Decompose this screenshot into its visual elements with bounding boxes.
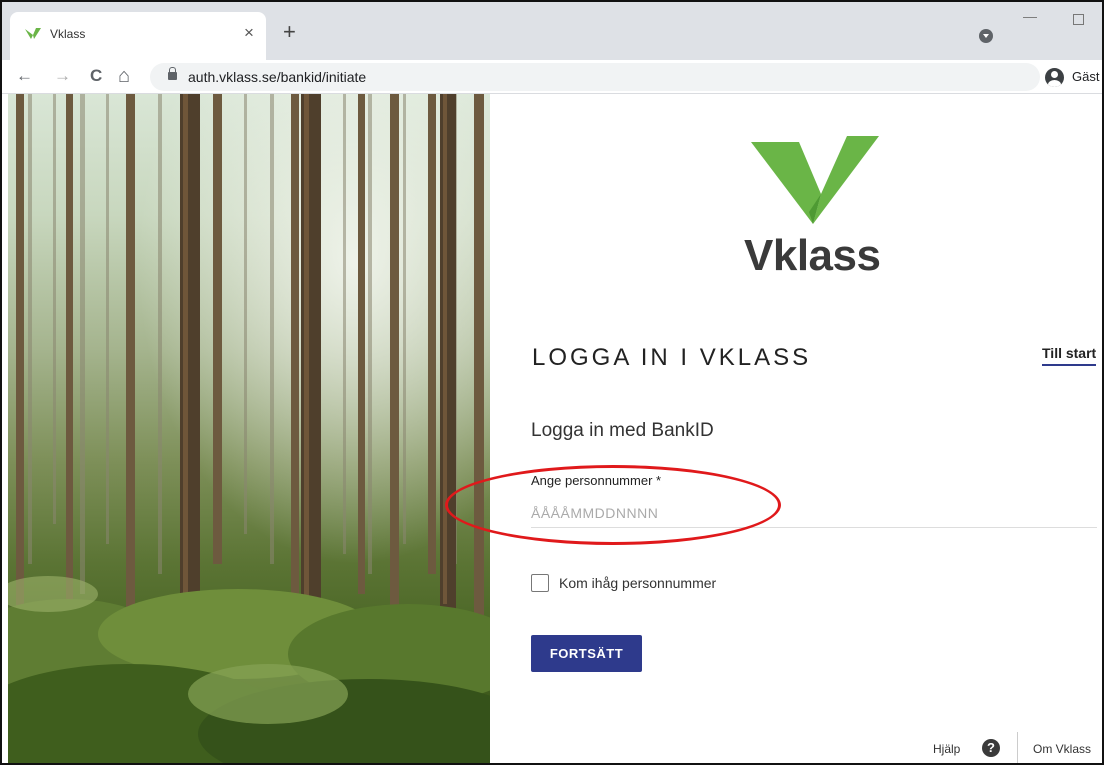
login-method-heading: Logga in med BankID [531,420,714,441]
reload-button[interactable]: C [90,64,102,88]
browser-tab[interactable]: Vklass × [10,12,266,60]
tab-close-icon[interactable]: × [244,23,254,43]
vklass-favicon-icon [25,28,41,39]
new-tab-button[interactable]: + [283,21,296,43]
vklass-wordmark: Vklass [744,231,881,280]
address-bar[interactable]: auth.vklass.se/bankid/initiate [150,63,1040,91]
about-vklass-link[interactable]: Om Vklass [1033,742,1091,756]
browser-window: Vklass × + — ← → C ⌂ auth.vklass.se/bank… [0,0,1104,765]
guest-profile-label[interactable]: Gäst [1072,69,1099,84]
back-button[interactable]: ← [16,64,33,88]
continue-button[interactable]: FORTSÄTT [531,635,642,672]
footer-divider [1017,732,1018,763]
guest-avatar-icon[interactable] [1045,68,1064,87]
remember-checkbox-label[interactable]: Kom ihåg personnummer [559,575,716,591]
minimize-window-button[interactable]: — [1023,8,1037,24]
vklass-logo: Vklass [744,134,881,280]
maximize-window-button[interactable] [1073,14,1084,25]
forward-button[interactable]: → [54,64,71,88]
tab-strip: Vklass × + — [2,2,1102,60]
page-content: Vklass LOGGA IN I VKLASS Till start Logg… [2,94,1102,763]
forest-photo [8,94,490,763]
browser-toolbar: ← → C ⌂ auth.vklass.se/bankid/initiate G… [2,60,1102,94]
till-start-link[interactable]: Till start [1042,345,1097,366]
remember-checkbox[interactable] [531,574,549,592]
red-highlight-annotation [445,465,781,545]
page-title: LOGGA IN I VKLASS [532,344,812,371]
help-icon[interactable]: ? [982,739,1000,757]
home-button[interactable]: ⌂ [118,64,130,88]
tab-title: Vklass [50,27,86,41]
url-text[interactable]: auth.vklass.se/bankid/initiate [188,69,366,85]
help-link[interactable]: Hjälp [933,742,960,756]
vklass-logo-mark-icon [751,136,879,224]
forest-illustration [8,94,490,763]
profile-menu-icon[interactable] [979,29,993,43]
lock-icon[interactable] [168,67,177,80]
